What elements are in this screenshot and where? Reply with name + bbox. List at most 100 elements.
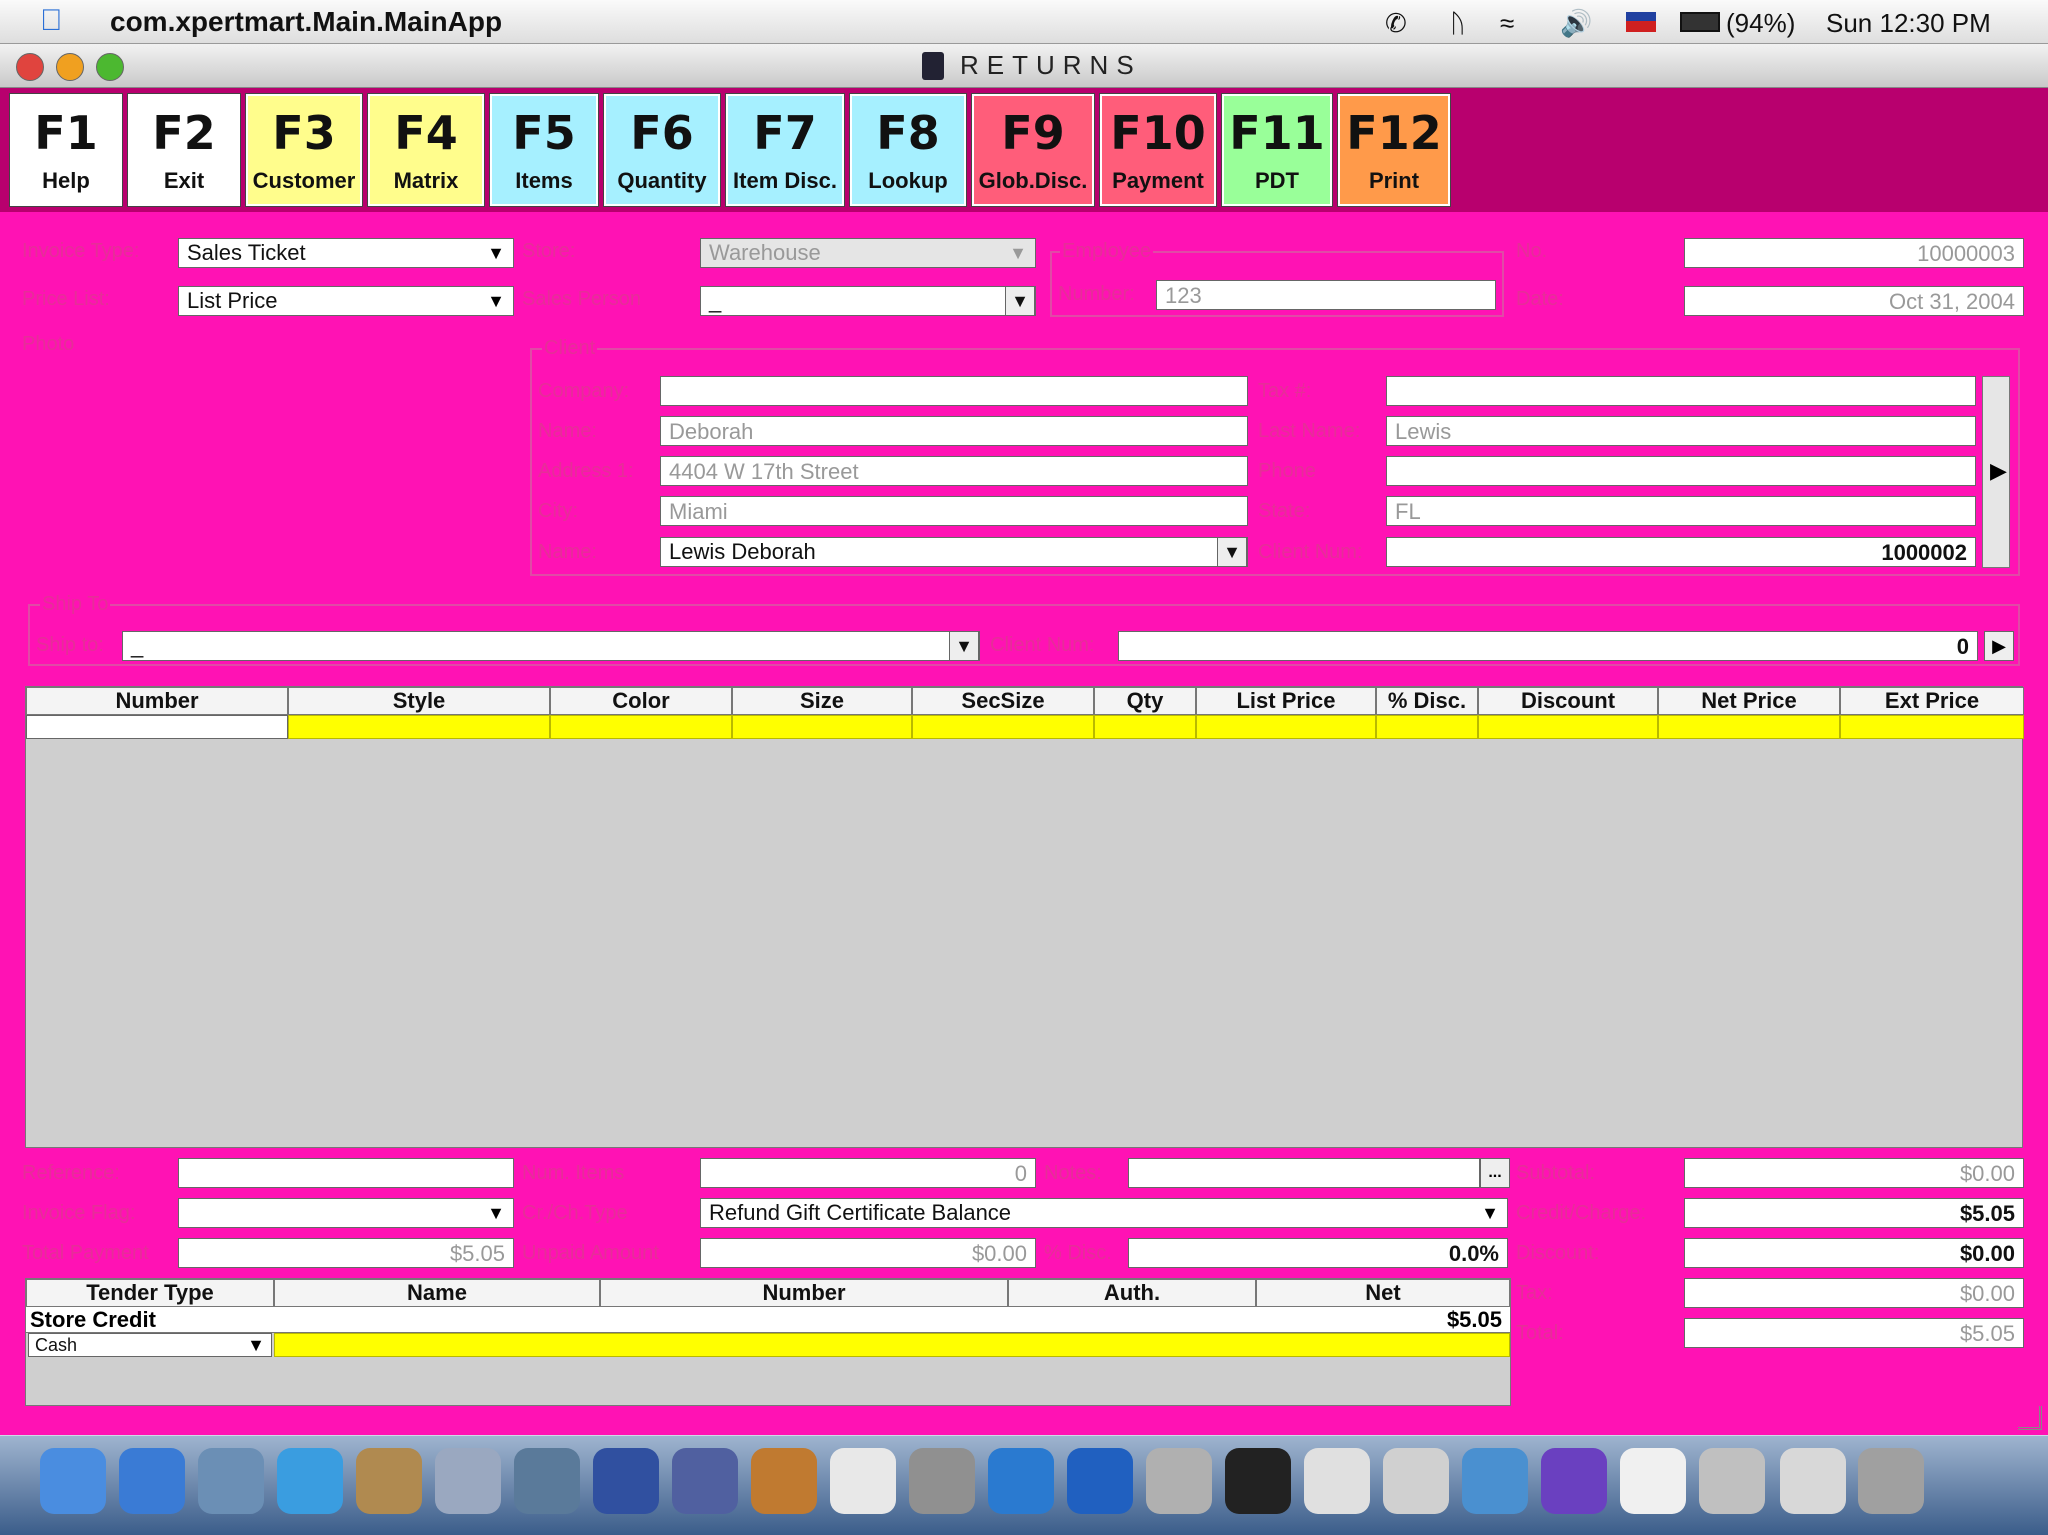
quicktime-icon[interactable]: [988, 1448, 1054, 1514]
phone-field[interactable]: [1386, 456, 1976, 486]
crch-type-select[interactable]: Refund Gift Certificate Balance ▼: [700, 1198, 1508, 1228]
credit-charge-field[interactable]: $5.05: [1684, 1198, 2024, 1228]
battery-icon[interactable]: [1680, 12, 1720, 32]
tender-col-header[interactable]: Auth.: [1008, 1279, 1256, 1307]
fkey-f3-button[interactable]: F3 Customer: [245, 93, 363, 207]
fkey-f6-button[interactable]: F6 Quantity: [603, 93, 721, 207]
items-col-header[interactable]: SecSize: [912, 687, 1094, 715]
fkey-f8-button[interactable]: F8 Lookup: [849, 93, 967, 207]
items-new-cell[interactable]: [732, 715, 912, 739]
items-new-cell[interactable]: [912, 715, 1094, 739]
fkey-f10-button[interactable]: F10 Payment: [1099, 93, 1217, 207]
fkey-f5-button[interactable]: F5 Items: [489, 93, 599, 207]
system-preferences-icon[interactable]: [1146, 1448, 1212, 1514]
pct-disc-field[interactable]: 0.0%: [1128, 1238, 1508, 1268]
total-payment-field[interactable]: $5.05: [178, 1238, 514, 1268]
tender-new-row[interactable]: [274, 1333, 1510, 1357]
fkey-f9-button[interactable]: F9 Glob.Disc.: [971, 93, 1095, 207]
items-col-header[interactable]: Size: [732, 687, 912, 715]
items-new-cell[interactable]: [1094, 715, 1196, 739]
fkey-f2-button[interactable]: F2 Exit: [127, 93, 241, 207]
ichat-icon[interactable]: [277, 1448, 343, 1514]
state-field[interactable]: FL: [1386, 496, 1976, 526]
fkey-f1-button[interactable]: F1 Help: [9, 93, 123, 207]
menubar-clock[interactable]: Sun 12:30 PM: [1826, 8, 1991, 39]
mail-at-icon[interactable]: [1699, 1448, 1765, 1514]
idvd-icon[interactable]: [672, 1448, 738, 1514]
mail-icon[interactable]: [198, 1448, 264, 1514]
imovie-icon[interactable]: [593, 1448, 659, 1514]
tender-col-header[interactable]: Number: [600, 1279, 1008, 1307]
fkey-f11-button[interactable]: F11 PDT: [1221, 93, 1333, 207]
sales-person-select[interactable]: _ ▼: [700, 286, 1036, 316]
notes-browse-button[interactable]: ...: [1480, 1158, 1510, 1188]
discount-field[interactable]: $0.00: [1684, 1238, 2024, 1268]
client-name-select[interactable]: Lewis Deborah ▼: [660, 537, 1248, 567]
ship-to-select[interactable]: _ ▼: [122, 631, 980, 661]
finder-icon[interactable]: [40, 1448, 106, 1514]
itunes-icon[interactable]: [435, 1448, 501, 1514]
tender-type-select[interactable]: Cash ▼: [28, 1333, 272, 1357]
address-field[interactable]: 4404 W 17th Street: [660, 456, 1248, 486]
wifi-icon[interactable]: ≈: [1500, 8, 1514, 39]
bluetooth-icon[interactable]: ᚢ: [1450, 8, 1466, 39]
internet-explorer-icon[interactable]: [1067, 1448, 1133, 1514]
total-field[interactable]: $5.05: [1684, 1318, 2024, 1348]
ship-client-num-field[interactable]: 0: [1118, 631, 1978, 661]
items-new-cell[interactable]: [1658, 715, 1840, 739]
items-new-cell[interactable]: [1376, 715, 1478, 739]
users-icon[interactable]: [1462, 1448, 1528, 1514]
invoice-type-select[interactable]: Sales Ticket ▼: [178, 238, 514, 268]
zoom-window-button[interactable]: [96, 53, 124, 81]
reference-field[interactable]: [178, 1158, 514, 1188]
tender-col-header[interactable]: Tender Type: [26, 1279, 274, 1307]
phone-icon[interactable]: ✆: [1385, 8, 1407, 39]
news-icon[interactable]: [1780, 1448, 1846, 1514]
items-col-header[interactable]: Style: [288, 687, 550, 715]
invoice-no-field[interactable]: 10000003: [1684, 238, 2024, 268]
fkey-f4-button[interactable]: F4 Matrix: [367, 93, 485, 207]
items-new-cell[interactable]: [550, 715, 732, 739]
apple-menu-icon[interactable]: : [40, 4, 63, 38]
flag-us-icon[interactable]: [1626, 12, 1656, 32]
items-col-header[interactable]: Ext Price: [1840, 687, 2024, 715]
notes-field[interactable]: [1128, 1158, 1480, 1188]
tender-col-header[interactable]: Net: [1256, 1279, 1510, 1307]
first-name-field[interactable]: Deborah: [660, 416, 1248, 446]
subtotal-field[interactable]: $0.00: [1684, 1158, 2024, 1188]
ical-icon[interactable]: [830, 1448, 896, 1514]
fkey-f12-button[interactable]: F12 Print: [1337, 93, 1451, 207]
items-col-header[interactable]: % Disc.: [1376, 687, 1478, 715]
price-list-select[interactable]: List Price ▼: [178, 286, 514, 316]
iphoto-icon[interactable]: [514, 1448, 580, 1514]
company-field[interactable]: [660, 376, 1248, 406]
minimize-window-button[interactable]: [56, 53, 84, 81]
close-window-button[interactable]: [16, 53, 44, 81]
employee-number-field[interactable]: 123: [1156, 280, 1496, 310]
arrow-right-icon[interactable]: ▶: [1984, 631, 2014, 661]
printer-icon[interactable]: [1383, 1448, 1449, 1514]
items-col-header[interactable]: Number: [26, 687, 288, 715]
items-new-cell[interactable]: [1478, 715, 1658, 739]
tender-row[interactable]: Store Credit $5.05: [26, 1307, 1510, 1333]
trash-icon[interactable]: [1858, 1448, 1924, 1514]
items-table-new-row[interactable]: [26, 715, 2024, 739]
tender-col-header[interactable]: Name: [274, 1279, 600, 1307]
client-num-field[interactable]: 1000002: [1386, 537, 1976, 567]
safari-icon[interactable]: [119, 1448, 185, 1514]
coffee-icon[interactable]: [1620, 1448, 1686, 1514]
items-new-cell[interactable]: [26, 715, 288, 739]
tax-field[interactable]: [1386, 376, 1976, 406]
garageband-icon[interactable]: [751, 1448, 817, 1514]
items-col-header[interactable]: Net Price: [1658, 687, 1840, 715]
volume-icon[interactable]: 🔊: [1560, 8, 1592, 39]
num-items-field[interactable]: 0: [700, 1158, 1036, 1188]
disk-utility-icon[interactable]: [909, 1448, 975, 1514]
last-name-field[interactable]: Lewis: [1386, 416, 1976, 446]
unpaid-amount-field[interactable]: $0.00: [700, 1238, 1036, 1268]
app-menu-name[interactable]: com.xpertmart.Main.MainApp: [110, 6, 502, 38]
invoice-flag-select[interactable]: ▼: [178, 1198, 514, 1228]
textedit-icon[interactable]: [1304, 1448, 1370, 1514]
arrow-right-icon[interactable]: ▶: [1990, 458, 2007, 484]
tax-total-field[interactable]: $0.00: [1684, 1278, 2024, 1308]
